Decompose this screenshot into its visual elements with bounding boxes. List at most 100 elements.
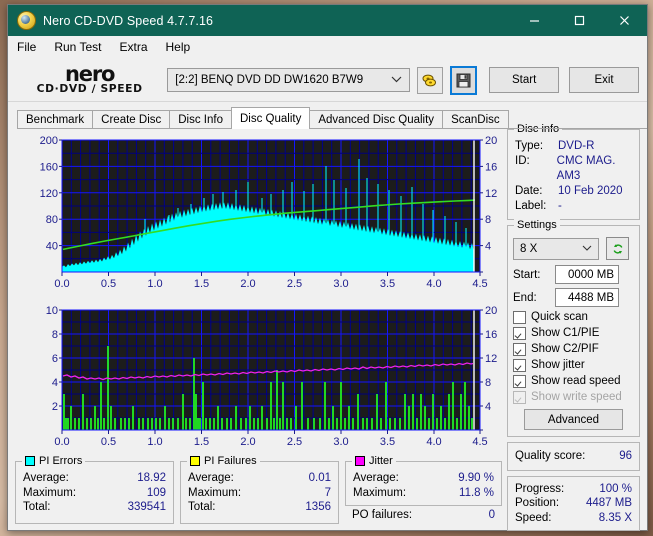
- jitter-maximum-value: 11.8 %: [459, 486, 494, 499]
- menu-extra[interactable]: Extra: [119, 38, 156, 56]
- quick-scan-checkbox[interactable]: [513, 310, 526, 324]
- jitter-maximum-label: Maximum:: [353, 486, 407, 499]
- svg-text:4: 4: [485, 401, 491, 413]
- pi-failures-maximum-row: Maximum: 7: [181, 486, 338, 501]
- po-failures-label: PO failures:: [352, 509, 413, 521]
- svg-text:2.5: 2.5: [287, 436, 302, 448]
- svg-text:2.5: 2.5: [287, 278, 302, 290]
- show-c1-pie-label: Show C1/PIE: [531, 327, 600, 339]
- jitter-box-wrap: Jitter Average: 9.90 % Maximum: 11.8 % P…: [345, 455, 502, 524]
- title-bar: Nero CD-DVD Speed 4.7.7.16: [8, 5, 647, 36]
- tab-disc-quality[interactable]: Disc Quality: [231, 107, 311, 129]
- save-results-button[interactable]: [449, 65, 478, 95]
- minimize-button[interactable]: [512, 5, 557, 36]
- menu-run-test[interactable]: Run Test: [54, 38, 110, 56]
- position-row: Position: 4487 MB: [508, 496, 639, 511]
- disc-date-row: Date: 10 Feb 2020: [508, 184, 639, 199]
- tab-benchmark[interactable]: Benchmark: [17, 110, 94, 129]
- jitter-box: Jitter Average: 9.90 % Maximum: 11.8 %: [345, 455, 502, 506]
- tab-scandisc[interactable]: ScanDisc: [442, 110, 509, 129]
- show-jitter-checkbox[interactable]: [513, 358, 526, 372]
- pi-failures-swatch: [190, 456, 200, 466]
- start-position-label: Start:: [513, 268, 541, 281]
- show-c1-pie-checkbox-row[interactable]: Show C1/PIE: [508, 325, 639, 341]
- svg-text:1.5: 1.5: [194, 436, 209, 448]
- po-failures-row: PO failures: 0: [345, 508, 502, 523]
- progress-value: 100 %: [599, 482, 632, 495]
- pi-errors-total-label: Total:: [23, 501, 51, 513]
- nero-logo-word: nero: [65, 61, 115, 86]
- position-label: Position:: [515, 497, 560, 509]
- disc-id-row: ID: CMC MAG. AM3: [508, 154, 639, 184]
- position-value: 4487 MB: [585, 497, 632, 509]
- refresh-button[interactable]: [606, 237, 629, 260]
- close-button[interactable]: [602, 5, 647, 36]
- show-read-speed-checkbox-row[interactable]: Show read speed: [508, 373, 639, 389]
- jitter-maximum-row: Maximum: 11.8 %: [346, 486, 501, 501]
- nero-logo-subtitle: CD·DVD ∕ SPEED: [36, 82, 143, 95]
- eject-disc-button[interactable]: [417, 66, 443, 94]
- tab-advanced-disc-quality[interactable]: Advanced Disc Quality: [309, 110, 444, 129]
- svg-text:0.5: 0.5: [101, 436, 116, 448]
- chevron-down-icon: [391, 75, 402, 84]
- jitter-average-label: Average:: [353, 472, 399, 484]
- svg-text:8: 8: [52, 329, 58, 341]
- show-c1-pie-checkbox[interactable]: [513, 326, 526, 340]
- drive-select-value: [2:2] BENQ DVD DD DW1620 B7W9: [175, 74, 364, 86]
- svg-text:4.0: 4.0: [426, 278, 441, 290]
- show-jitter-checkbox-row[interactable]: Show jitter: [508, 357, 639, 373]
- svg-text:3.0: 3.0: [333, 436, 348, 448]
- advanced-button[interactable]: Advanced: [524, 409, 623, 430]
- disc-info-box: Disc info Type: DVD-R ID: CMC MAG. AM3 D…: [507, 123, 640, 220]
- svg-text:200: 200: [40, 135, 58, 147]
- svg-text:3.5: 3.5: [380, 278, 395, 290]
- exit-button[interactable]: Exit: [569, 67, 639, 93]
- speed-select[interactable]: 8 X: [513, 237, 599, 260]
- disc-date-value: 10 Feb 2020: [558, 185, 623, 197]
- pi-errors-swatch: [25, 456, 35, 466]
- jitter-swatch: [355, 456, 365, 466]
- menu-help[interactable]: Help: [166, 38, 200, 56]
- show-read-speed-checkbox[interactable]: [513, 374, 526, 388]
- svg-text:6: 6: [52, 353, 58, 365]
- svg-text:120: 120: [40, 188, 58, 200]
- quality-score-row: Quality score: 96: [508, 449, 639, 464]
- pi-failures-title: PI Failures: [204, 455, 257, 467]
- svg-text:2.0: 2.0: [240, 278, 255, 290]
- quality-score-value: 96: [619, 450, 632, 462]
- svg-text:4.5: 4.5: [472, 278, 487, 290]
- maximize-button[interactable]: [557, 5, 602, 36]
- progress-row: Progress: 100 %: [508, 482, 639, 497]
- pi-errors-average-value: 18.92: [137, 472, 166, 484]
- show-write-speed-checkbox: [513, 390, 526, 404]
- disc-info-title: Disc info: [514, 123, 563, 135]
- end-position-input[interactable]: 4488 MB: [555, 288, 619, 307]
- pi-failures-chart: 10 8 6 4 2 20 16 12 8 4 0.0 0.5 1.0 1.5 …: [15, 302, 502, 454]
- drive-select[interactable]: [2:2] BENQ DVD DD DW1620 B7W9: [167, 68, 411, 92]
- chevron-down-icon: [582, 244, 592, 252]
- progress-box: Progress: 100 % Position: 4487 MB Speed:…: [507, 475, 640, 531]
- menu-file[interactable]: File: [17, 38, 45, 56]
- charts-area: 200 160 120 80 40 20 16 12 8 4 0.0 0.5 1…: [15, 129, 502, 457]
- disc-label-label: Label:: [515, 200, 547, 212]
- show-c2-pif-checkbox[interactable]: [513, 342, 526, 356]
- start-position-input[interactable]: 0000 MB: [555, 265, 619, 284]
- pi-errors-box: PI Errors Average: 18.92 Maximum: 109 To…: [15, 455, 174, 524]
- quick-scan-checkbox-row[interactable]: Quick scan: [508, 309, 639, 325]
- pi-failures-box: PI Failures Average: 0.01 Maximum: 7 Tot…: [180, 455, 339, 524]
- start-button[interactable]: Start: [489, 67, 560, 93]
- statistics-row: PI Errors Average: 18.92 Maximum: 109 To…: [15, 455, 502, 524]
- end-position-label: End:: [513, 291, 537, 304]
- pi-failures-maximum-label: Maximum:: [188, 486, 242, 499]
- speed-label: Speed:: [515, 511, 552, 524]
- svg-text:8: 8: [485, 214, 491, 226]
- progress-label: Progress:: [515, 482, 565, 495]
- jitter-average-row: Average: 9.90 %: [346, 471, 501, 486]
- pi-errors-total-value: 339541: [127, 501, 166, 513]
- quick-scan-label: Quick scan: [531, 311, 588, 323]
- show-c2-pif-checkbox-row[interactable]: Show C2/PIF: [508, 341, 639, 357]
- speed-select-value: 8 X: [520, 242, 538, 255]
- tab-create-disc[interactable]: Create Disc: [92, 110, 171, 129]
- svg-text:3.0: 3.0: [333, 278, 348, 290]
- tab-disc-info[interactable]: Disc Info: [169, 110, 232, 129]
